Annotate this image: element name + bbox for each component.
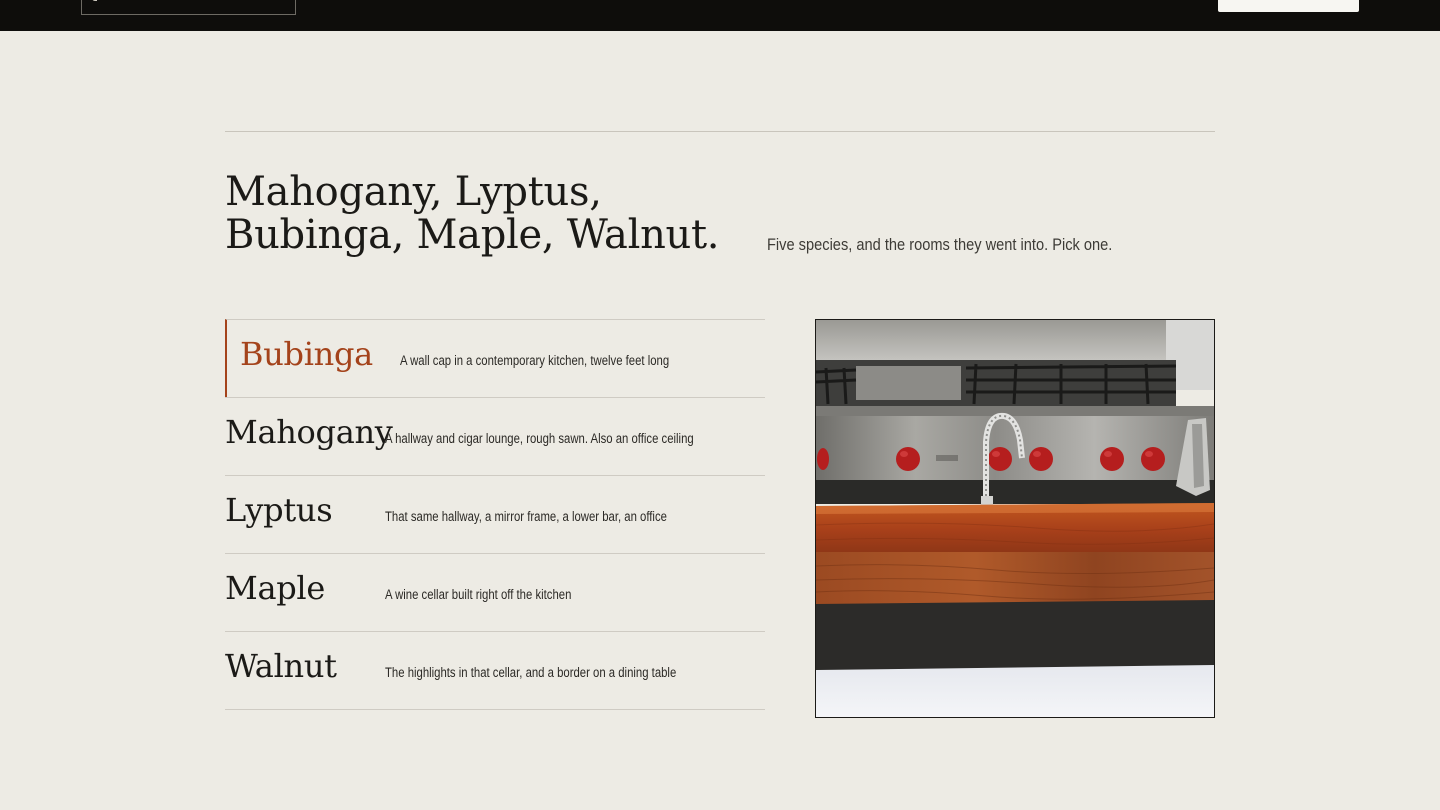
species-description: A hallway and cigar lounge, rough sawn. …: [385, 431, 694, 446]
species-item-mahogany[interactable]: Mahogany A hallway and cigar lounge, rou…: [225, 397, 765, 475]
species-name: Mahogany: [225, 413, 393, 451]
species-item-walnut[interactable]: Walnut The highlights in that cellar, an…: [225, 631, 765, 710]
species-list: Bubinga A wall cap in a contemporary kit…: [225, 319, 765, 710]
species-name: Bubinga: [240, 335, 373, 373]
search-icon: [92, 0, 97, 1]
header-action-button[interactable]: [1218, 0, 1359, 12]
species-name: Maple: [225, 569, 326, 607]
species-name: Walnut: [225, 647, 337, 685]
species-description: That same hallway, a mirror frame, a low…: [385, 509, 667, 524]
top-navigation-bar: [0, 0, 1440, 31]
species-item-maple[interactable]: Maple A wine cellar built right off the …: [225, 553, 765, 631]
species-name: Lyptus: [225, 491, 333, 529]
species-description: The highlights in that cellar, and a bor…: [385, 665, 677, 680]
search-field[interactable]: [81, 0, 296, 15]
species-description: A wall cap in a contemporary kitchen, tw…: [400, 353, 670, 368]
species-photo: [815, 319, 1215, 718]
species-item-bubinga[interactable]: Bubinga A wall cap in a contemporary kit…: [225, 319, 765, 397]
species-item-lyptus[interactable]: Lyptus That same hallway, a mirror frame…: [225, 475, 765, 553]
intro-text: Five species, and the rooms they went in…: [767, 235, 1113, 254]
page-headline: Mahogany, Lyptus, Bubinga, Maple, Walnut…: [225, 169, 720, 258]
section-divider: [225, 131, 1215, 132]
species-description: A wine cellar built right off the kitche…: [385, 587, 572, 602]
